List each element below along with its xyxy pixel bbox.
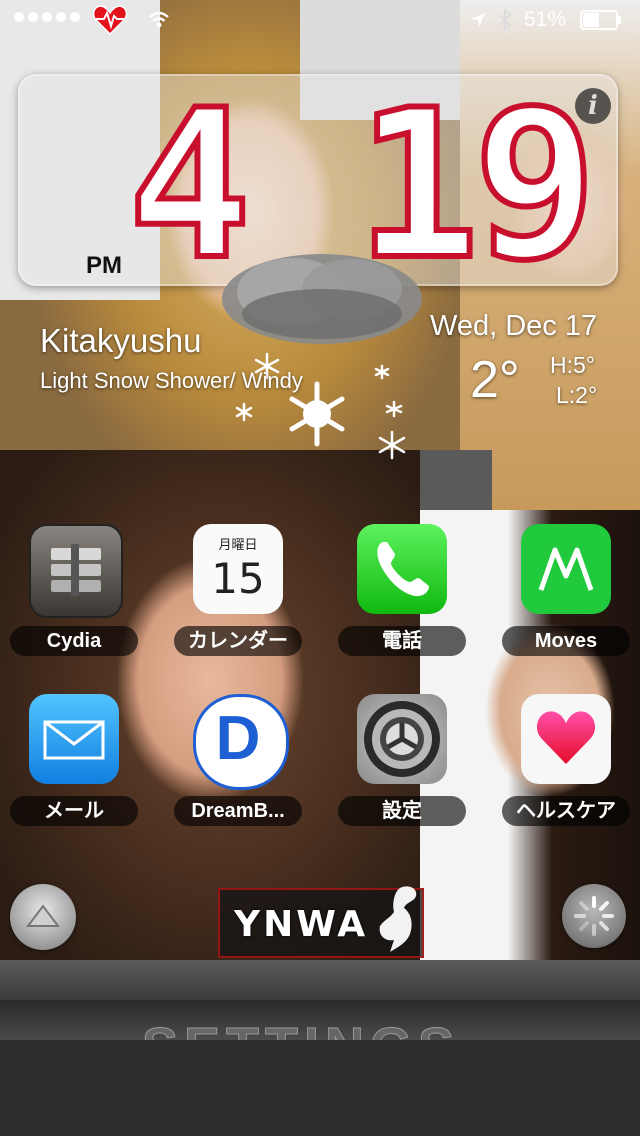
signal-dot [70, 12, 80, 22]
dock-bar-settings[interactable]: SETTINGS [0, 1000, 640, 1040]
app-dreamboard[interactable]: D DreamB... [174, 694, 302, 844]
ynwa-badge: YNWA [218, 886, 424, 958]
clock-ampm: PM [86, 252, 122, 279]
dock-bar-bottom [0, 1040, 640, 1136]
weather-date: Wed, Dec 17 [430, 310, 598, 342]
status-bar: 51% [0, 0, 640, 40]
weather-city: Kitakyushu [40, 322, 202, 359]
cydia-icon [29, 524, 123, 618]
signal-dot [28, 12, 38, 22]
spinner-button[interactable] [562, 884, 626, 948]
weather-high: H:5° [550, 352, 595, 378]
dreamboard-letter: D [215, 704, 261, 773]
mail-icon [29, 694, 119, 784]
dock-bar-top [0, 960, 640, 1000]
location-arrow-icon [471, 13, 485, 27]
heart-beat-icon [92, 5, 128, 36]
app-calendar[interactable]: 月曜日 15 カレンダー [174, 524, 302, 674]
calendar-weekday: 月曜日 [218, 537, 258, 552]
app-label: メール [10, 796, 138, 826]
info-button[interactable]: i [575, 88, 611, 124]
phone-icon [357, 524, 447, 614]
app-label: ヘルスケア [502, 796, 630, 826]
calendar-icon: 月曜日 15 [193, 524, 283, 614]
signal-dot [56, 12, 66, 22]
app-settings[interactable]: 設定 [338, 694, 466, 844]
settings-label: SETTINGS [141, 1016, 460, 1041]
weather-low: L:2° [556, 382, 598, 408]
app-health[interactable]: ヘルスケア [502, 694, 630, 844]
bluetooth-icon [499, 8, 512, 32]
app-label: 電話 [338, 626, 466, 656]
app-phone[interactable]: 電話 [338, 524, 466, 674]
signal-dot [14, 12, 24, 22]
app-moves[interactable]: Moves [502, 524, 630, 674]
dreamboard-icon: D [193, 694, 289, 790]
app-label: 設定 [338, 796, 466, 826]
liverbird-icon [379, 886, 417, 952]
settings-gear-icon [357, 694, 447, 784]
spinner-icon [574, 896, 614, 936]
app-label: Moves [502, 626, 630, 656]
app-label: Cydia [10, 626, 138, 656]
ynwa-text: YNWA [234, 904, 369, 945]
calendar-day: 15 [211, 554, 265, 603]
app-label: DreamB... [174, 796, 302, 826]
battery-icon [580, 10, 621, 30]
triangle-up-icon [26, 904, 60, 927]
signal-dot [42, 12, 52, 22]
weather-condition: Light Snow Shower/ Windy [40, 368, 303, 393]
scroll-up-button[interactable] [10, 884, 76, 950]
moves-icon [521, 524, 611, 614]
wifi-icon [149, 11, 169, 28]
battery-percent: 51% [524, 8, 567, 31]
snow-cloud-icon [222, 254, 422, 460]
health-heart-icon [521, 694, 611, 784]
app-label: カレンダー [174, 626, 302, 656]
app-mail[interactable]: メール [10, 694, 138, 844]
signal-dots [14, 12, 80, 22]
app-cydia[interactable]: Cydia [10, 524, 138, 674]
weather-temperature: 2° [470, 351, 520, 409]
